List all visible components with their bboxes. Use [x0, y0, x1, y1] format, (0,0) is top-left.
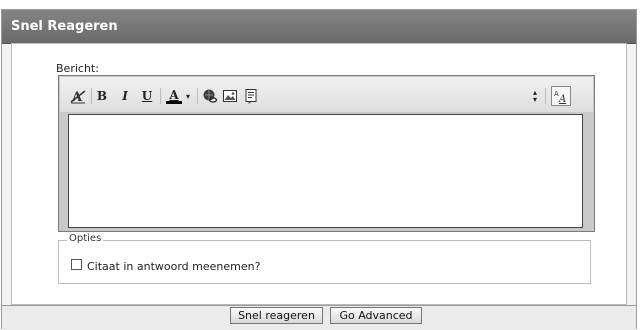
quote-checkbox[interactable]: [71, 259, 82, 270]
toolbar-separator: [160, 88, 161, 104]
font-color-button[interactable]: A: [164, 87, 184, 105]
font-color-letter: A: [169, 87, 179, 102]
message-editor: A B I U A ▾: [58, 75, 595, 232]
svg-text:A: A: [558, 94, 566, 104]
image-icon[interactable]: [221, 87, 239, 105]
message-textarea[interactable]: [68, 114, 583, 228]
options-legend: Opties: [67, 233, 104, 244]
options-fieldset: Opties Citaat in antwoord meenemen?: [58, 233, 591, 284]
resize-editor-control[interactable]: ▴ ▾: [530, 87, 540, 105]
underline-button[interactable]: U: [140, 87, 154, 105]
quote-icon[interactable]: [242, 87, 260, 105]
panel-title: Snel Reageren: [11, 19, 118, 34]
switch-mode-icon: A A: [554, 90, 566, 104]
font-color-dropdown-icon[interactable]: ▾: [184, 87, 192, 105]
go-advanced-button[interactable]: Go Advanced: [330, 307, 422, 324]
remove-format-icon[interactable]: A: [69, 87, 87, 105]
message-label: Bericht:: [56, 62, 99, 75]
toolbar-separator: [545, 88, 546, 104]
editor-toolbar: A B I U A ▾: [60, 77, 593, 112]
switch-editor-mode-button[interactable]: A A: [551, 86, 571, 106]
quote-checkbox-label[interactable]: Citaat in antwoord meenemen?: [87, 260, 260, 273]
link-icon[interactable]: [201, 87, 219, 105]
bold-button[interactable]: B: [95, 87, 109, 105]
snel-reageren-button[interactable]: Snel reageren: [230, 307, 323, 324]
resize-down-icon[interactable]: ▾: [533, 96, 537, 104]
toolbar-separator: [197, 88, 198, 104]
font-color-bar: [166, 100, 182, 104]
toolbar-separator: [91, 88, 92, 104]
italic-button[interactable]: I: [118, 87, 132, 105]
panel-header: Snel Reageren: [2, 10, 636, 44]
